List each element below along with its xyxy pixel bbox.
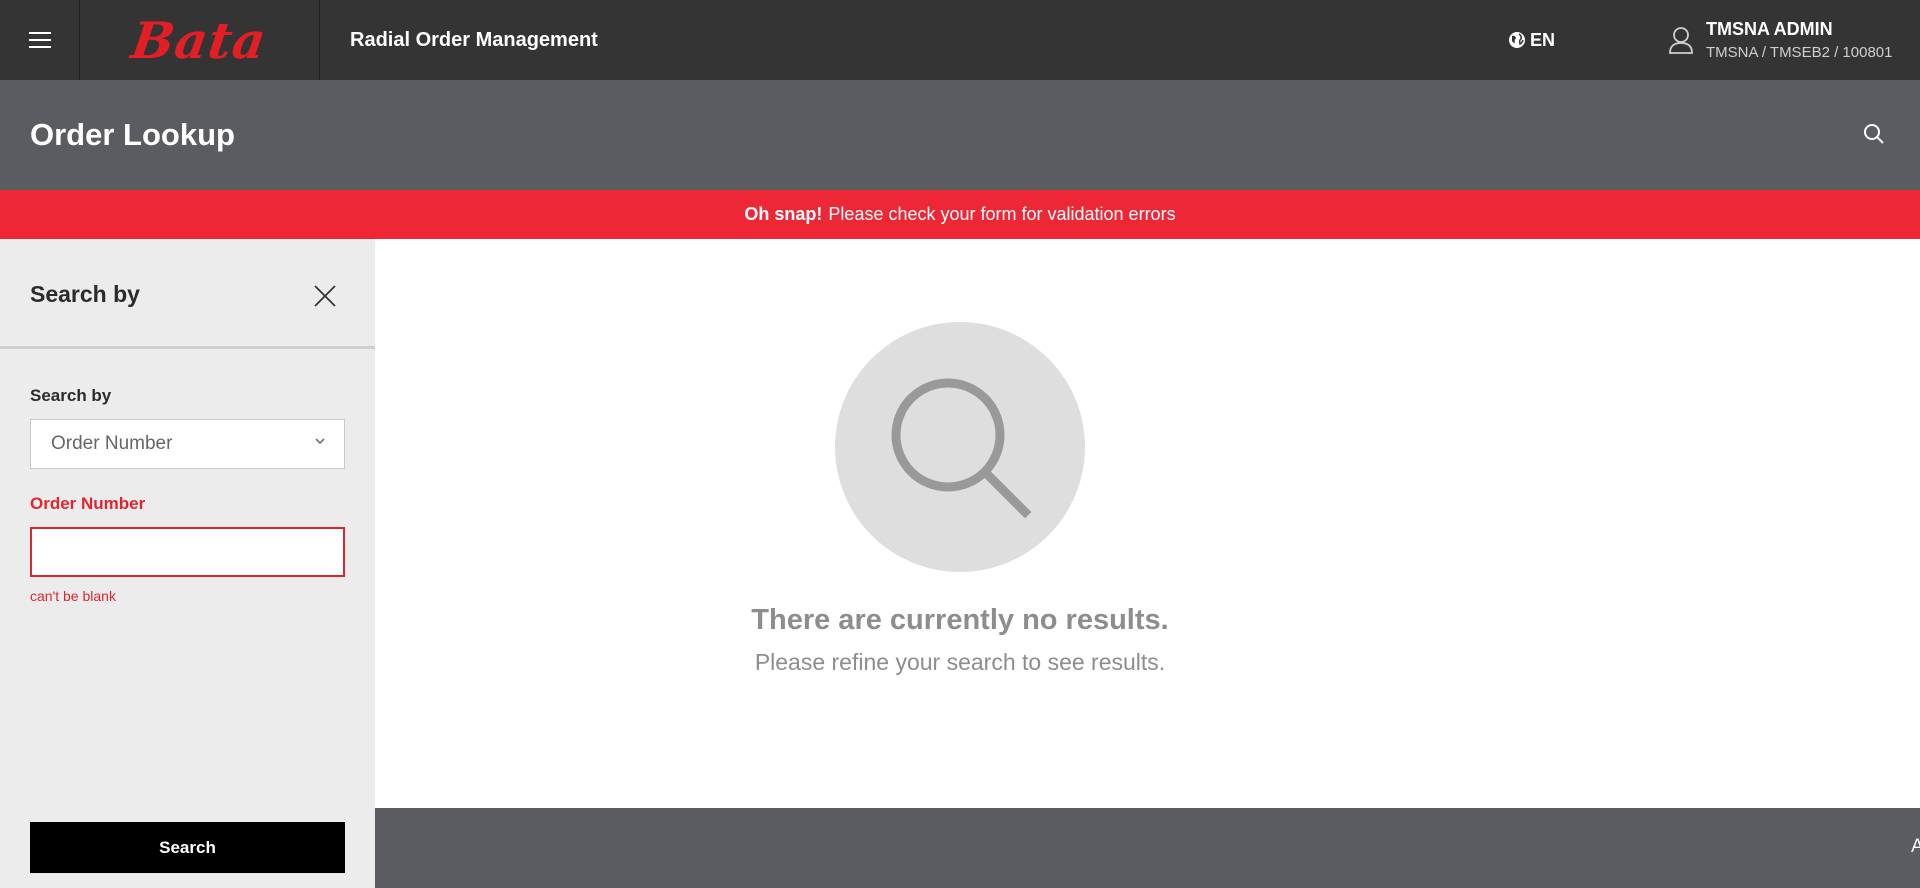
empty-state-subtitle: Please refine your search to see results… [754, 649, 1166, 675]
empty-state-title: There are currently no results. [751, 604, 1169, 636]
page-title: Order Lookup [30, 117, 235, 152]
order-number-label: Order Number [30, 494, 146, 513]
app-title: Radial Order Management [350, 28, 598, 51]
brand-logo[interactable]: Bata [80, 0, 320, 80]
brand-logo-text: Bata [128, 10, 271, 70]
user-menu[interactable]: TMSNA ADMIN TMSNA / TMSEB2 / 100801 [1668, 16, 1892, 64]
header-search-button[interactable] [1858, 118, 1890, 150]
user-info: TMSNA ADMIN TMSNA / TMSEB2 / 100801 [1706, 19, 1892, 61]
search-by-select[interactable]: Order Number [30, 419, 345, 469]
alert-strong: Oh snap! [744, 204, 823, 224]
user-icon [1669, 27, 1693, 54]
top-bar: Bata Radial Order Management EN TMSNA AD… [0, 0, 1920, 80]
order-number-input[interactable] [30, 527, 345, 577]
user-org: TMSNA / TMSEB2 / 100801 [1706, 44, 1893, 61]
footer-bar: A [375, 808, 1920, 888]
search-icon [891, 378, 1032, 519]
alert-message: Please check your form for validation er… [828, 204, 1176, 224]
search-button[interactable]: Search [30, 822, 345, 873]
footer-text: A [1911, 836, 1920, 857]
validation-alert: Oh snap! Please check your form for vali… [0, 190, 1920, 239]
language-selector[interactable]: EN [1508, 0, 1555, 80]
hamburger-menu-button[interactable] [0, 0, 80, 80]
order-number-error: can't be blank [30, 588, 116, 604]
search-icon [1864, 124, 1884, 144]
globe-icon [1509, 32, 1525, 48]
search-by-selected-value: Order Number [51, 433, 173, 454]
page-header: Order Lookup [0, 80, 1920, 190]
hamburger-icon [28, 32, 51, 48]
results-area: There are currently no results. Please r… [375, 239, 1920, 808]
empty-state-illustration [835, 322, 1085, 572]
close-sidebar-button[interactable] [310, 281, 340, 311]
user-name: TMSNA ADMIN [1706, 19, 1833, 39]
language-label: EN [1530, 29, 1556, 50]
search-sidebar: Search by Search by Order Number Order N… [0, 239, 375, 888]
search-by-label: Search by [30, 386, 112, 405]
chevron-down-icon [315, 438, 325, 445]
sidebar-header: Search by [0, 239, 375, 349]
close-icon [314, 285, 336, 307]
sidebar-title: Search by [30, 280, 140, 307]
